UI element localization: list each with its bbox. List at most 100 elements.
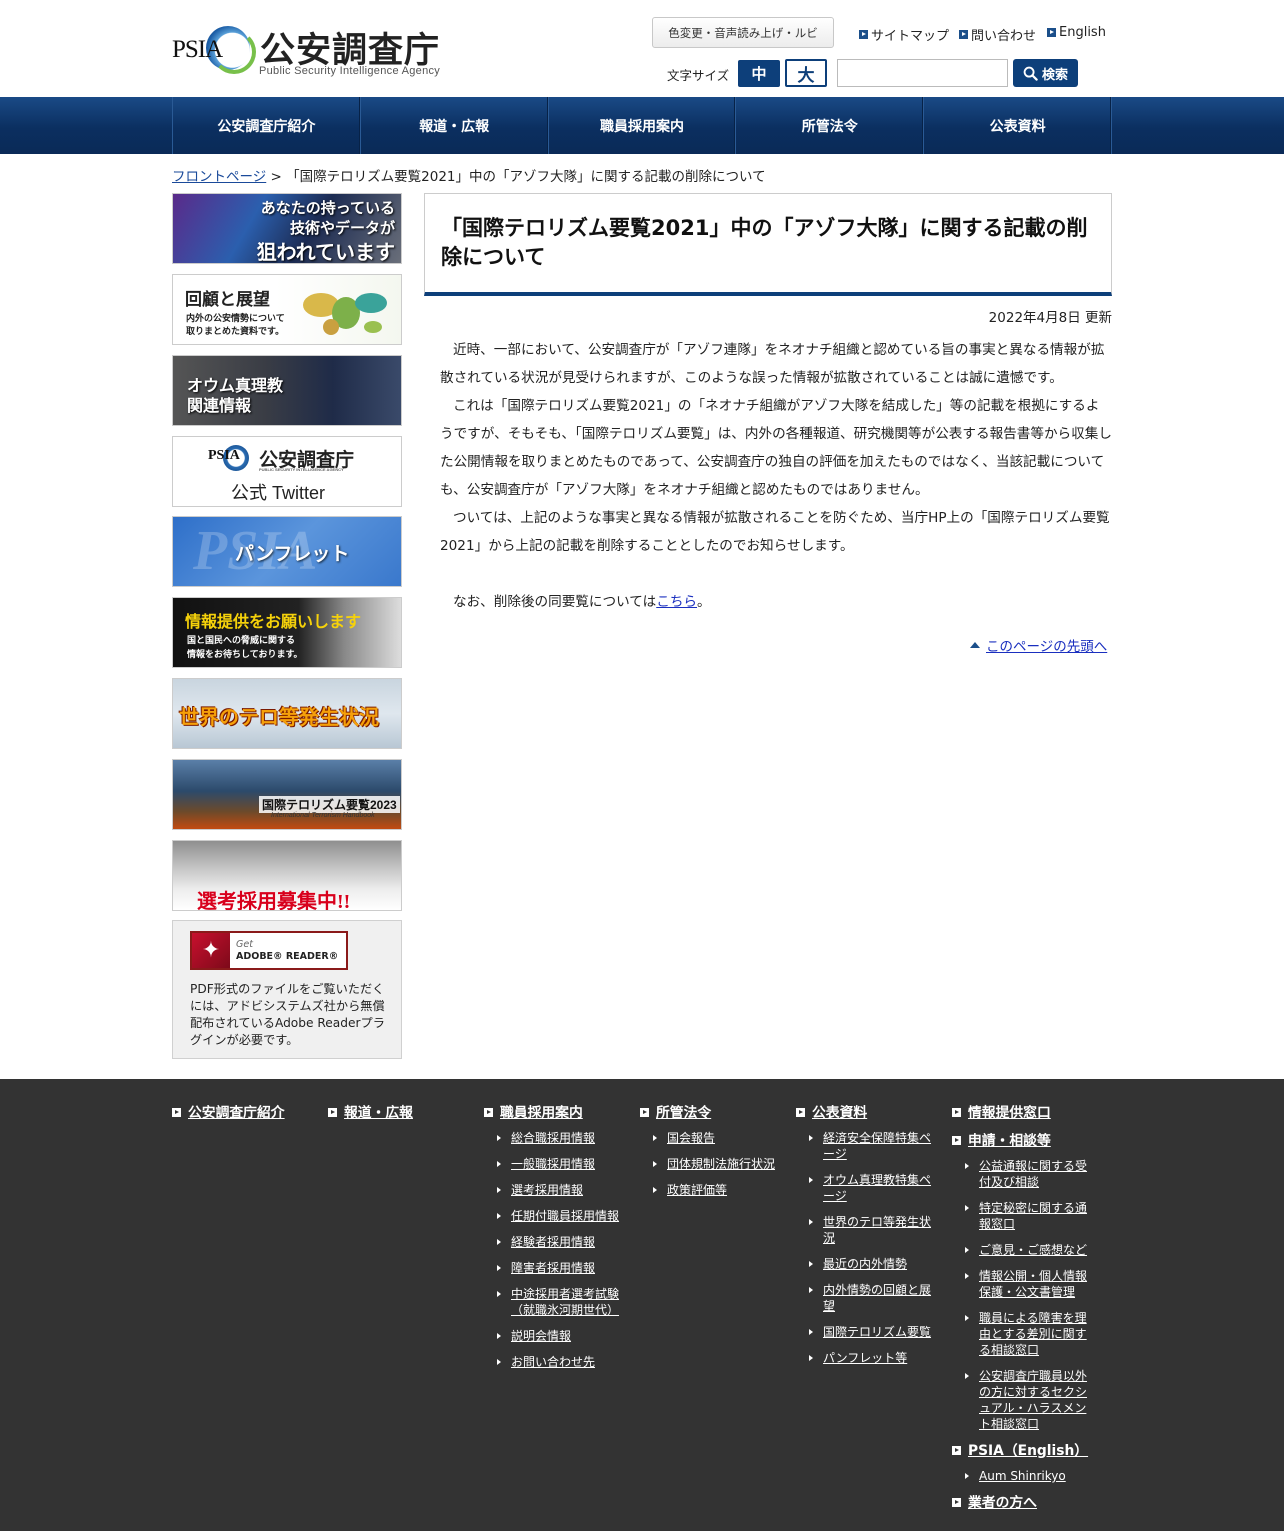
adobe-reader-note: PDF形式のファイルをご覧いただくには、アドビシステムズ社から無償配布されている…	[190, 982, 385, 1047]
breadcrumb: フロントページ > 「国際テロリズム要覧2021」中の「アゾフ大隊」に関する記載…	[172, 165, 766, 185]
banner-review-outlook[interactable]: 回顧と展望 内外の公安情勢について 取りまとめた資料です。	[172, 274, 402, 345]
footer-link[interactable]: 障害者採用情報	[494, 1260, 629, 1276]
footer-link[interactable]: 職員による障害を理由とする差別に関する相談窓口	[962, 1310, 1097, 1358]
footer-link[interactable]: 国会報告	[650, 1130, 785, 1146]
nav-item-press[interactable]: 報道・広報	[361, 97, 549, 154]
banner-selection-recruitment[interactable]: 選考採用募集中!!	[172, 840, 402, 911]
site-logo[interactable]: PSIA 公安調査庁 Public Security Intelligence …	[172, 22, 452, 80]
footer-heading-link[interactable]: PSIA（English）	[952, 1442, 1097, 1460]
footer-link[interactable]: オウム真理教特集ページ	[806, 1172, 941, 1204]
search-input[interactable]	[837, 59, 1008, 87]
footer-link[interactable]: 中途採用者選考試験（就職氷河期世代）	[494, 1286, 629, 1318]
site-footer: 公安調査庁紹介 報道・広報 職員採用案内総合職採用情報 一般職採用情報 選考採用情報 任期…	[0, 1079, 1284, 1531]
footer-heading-link[interactable]: 所管法令	[640, 1104, 785, 1122]
footer-heading-link[interactable]: 業者の方へ	[952, 1494, 1097, 1512]
footer-link[interactable]: 最近の内外情勢	[806, 1256, 941, 1272]
article-paragraph: これは「国際テロリズム要覧2021」の「ネオナチ組織がアゾフ大隊を結成した」等の…	[440, 398, 1112, 498]
banner-official-twitter[interactable]: PSIA 公安調査庁 PUBLIC SECURITY INTELLIGENCE …	[172, 436, 402, 507]
footer-heading-link[interactable]: 報道・広報	[328, 1104, 473, 1122]
footer-heading-link[interactable]: 情報提供窓口	[952, 1104, 1097, 1122]
world-map-icon	[303, 293, 387, 335]
arrow-icon	[640, 1108, 649, 1117]
footer-link[interactable]: お問い合わせ先	[494, 1354, 629, 1370]
banner-aum-shinrikyo[interactable]: オウム真理教 関連情報	[172, 355, 402, 426]
footer-heading-link[interactable]: 職員採用案内	[484, 1104, 629, 1122]
nav-item-about[interactable]: 公安調査庁紹介	[173, 97, 361, 154]
nav-item-recruitment[interactable]: 職員採用案内	[549, 97, 737, 154]
accessibility-button[interactable]: 色変更・音声読み上げ・ルビ	[652, 17, 834, 48]
logo-agency-name-en: Public Security Intelligence Agency	[259, 65, 441, 77]
footer-link[interactable]: 団体規制法施行状況	[650, 1156, 785, 1172]
back-to-top-link[interactable]: このページの先頭へ	[970, 635, 1107, 655]
footer-sublist: 国会報告団体規制法施行状況 政策評価等	[650, 1130, 785, 1198]
footer-heading-link[interactable]: 申請・相談等	[952, 1132, 1097, 1150]
footer-sublist: 総合職採用情報 一般職採用情報 選考採用情報 任期付職員採用情報 経験者採用情報 障害者採…	[494, 1130, 629, 1370]
footer-link[interactable]: 総合職採用情報	[494, 1130, 629, 1146]
global-navigation: 公安調査庁紹介 報道・広報 職員採用案内 所管法令 公表資料	[0, 97, 1284, 154]
footer-column: 情報提供窓口 申請・相談等公益通報に関する受付及び相談 特定秘密に関する通報窓口ご意…	[952, 1104, 1097, 1522]
banner-terrorism-handbook-2023[interactable]: 国際テロリズム要覧2023 International Terrorism Ha…	[172, 759, 402, 830]
arrow-icon	[1047, 28, 1056, 37]
arrow-icon	[952, 1136, 961, 1145]
search-icon	[1023, 66, 1038, 81]
footer-link[interactable]: 内外情勢の回顧と展望	[806, 1282, 941, 1314]
footer-link[interactable]: 任期付職員採用情報	[494, 1208, 629, 1224]
footer-link[interactable]: Aum Shinrikyo	[962, 1468, 1097, 1484]
footer-sublist: 経済安全保障特集ページ オウム真理教特集ページ 世界のテロ等発生状況最近の内外情勢内…	[806, 1130, 941, 1366]
site-header: PSIA 公安調査庁 Public Security Intelligence …	[0, 0, 1284, 97]
banner-pamphlet[interactable]: PSIA パンフレット	[172, 516, 402, 587]
banner-tech-data-targeted[interactable]: あなたの持っている 技術やデータが 狙われています	[172, 193, 402, 264]
font-size-medium-button[interactable]: 中	[738, 60, 780, 87]
footer-sublist: 公益通報に関する受付及び相談 特定秘密に関する通報窓口ご意見・ご感想など情報公開・…	[962, 1158, 1097, 1432]
footer-link[interactable]: 一般職採用情報	[494, 1156, 629, 1172]
arrow-icon	[952, 1498, 961, 1507]
footer-link[interactable]: 公益通報に関する受付及び相談	[962, 1158, 1097, 1190]
footer-link[interactable]: 世界のテロ等発生状況	[806, 1214, 941, 1246]
footer-column: 所管法令国会報告団体規制法施行状況 政策評価等	[640, 1104, 785, 1208]
article-body: 近時、一部において、公安調査庁が「アゾフ連隊」をネオナチ組織と認めている旨の事実…	[440, 336, 1112, 616]
footer-link[interactable]: パンフレット等	[806, 1350, 941, 1366]
footer-link[interactable]: 経験者採用情報	[494, 1234, 629, 1250]
footer-column: 公安調査庁紹介	[172, 1104, 317, 1132]
english-link[interactable]: English	[1047, 25, 1106, 40]
arrow-icon	[172, 1108, 181, 1117]
get-adobe-reader-link[interactable]: ✦ Get ADOBE® READER®	[190, 931, 348, 970]
footer-link[interactable]: 政策評価等	[650, 1182, 785, 1198]
search-button[interactable]: 検索	[1013, 59, 1078, 87]
footer-link[interactable]: 情報公開・個人情報保護・公文書管理	[962, 1268, 1097, 1300]
footer-link[interactable]: 公安調査庁職員以外の方に対するセクシュアル・ハラスメント相談窓口	[962, 1368, 1097, 1432]
banner-world-terrorism[interactable]: 世界のテロ等発生状況	[172, 678, 402, 749]
article-paragraph: 近時、一部において、公安調査庁が「アゾフ連隊」をネオナチ組織と認めている旨の事実…	[440, 342, 1105, 386]
nav-item-publications[interactable]: 公表資料	[924, 97, 1112, 154]
footer-heading-link[interactable]: 公表資料	[796, 1104, 941, 1122]
arrow-icon	[859, 30, 868, 39]
banner-information-request[interactable]: 情報提供をお願いします 国と国民への脅威に関する 情報をお待ちしております。	[172, 597, 402, 668]
arrow-icon	[484, 1108, 493, 1117]
footer-column: 公表資料経済安全保障特集ページ オウム真理教特集ページ 世界のテロ等発生状況最近の内…	[796, 1104, 941, 1376]
footer-link[interactable]: 説明会情報	[494, 1328, 629, 1344]
sitemap-link[interactable]: サイトマップ	[859, 25, 949, 44]
updated-date: 2022年4月8日 更新	[988, 310, 1112, 326]
footer-link[interactable]: 国際テロリズム要覧	[806, 1324, 941, 1340]
footer-column: 職員採用案内総合職採用情報 一般職採用情報 選考採用情報 任期付職員採用情報 経験者採用…	[484, 1104, 629, 1380]
font-size-large-button[interactable]: 大	[785, 59, 827, 87]
page-title: 「国際テロリズム要覧2021」中の「アゾフ大隊」に関する記載の削除について	[441, 216, 1088, 269]
footer-link[interactable]: 特定秘密に関する通報窓口	[962, 1200, 1097, 1232]
logo-psia-text: PSIA	[172, 36, 223, 63]
arrow-icon	[328, 1108, 337, 1117]
contact-link[interactable]: 問い合わせ	[959, 25, 1036, 44]
breadcrumb-separator: >	[270, 169, 282, 185]
article-paragraph: ついては、上記のような事実と異なる情報が拡散されることを防ぐため、当庁HP上の「…	[440, 510, 1110, 554]
breadcrumb-home-link[interactable]: フロントページ	[172, 169, 266, 185]
font-size-label: 文字サイズ	[667, 68, 730, 83]
footer-heading-link[interactable]: 公安調査庁紹介	[172, 1104, 317, 1122]
breadcrumb-current: 「国際テロリズム要覧2021」中の「アゾフ大隊」に関する記載の削除について	[286, 169, 766, 185]
nav-item-laws[interactable]: 所管法令	[736, 97, 925, 154]
footer-link[interactable]: 選考採用情報	[494, 1182, 629, 1198]
arrow-icon	[952, 1446, 961, 1455]
article-note: なお、削除後の同要覧についてはこちら。	[453, 594, 711, 610]
handbook-link[interactable]: こちら	[656, 594, 697, 610]
footer-sublist: Aum Shinrikyo	[962, 1468, 1097, 1484]
footer-link[interactable]: 経済安全保障特集ページ	[806, 1130, 941, 1162]
footer-link[interactable]: ご意見・ご感想など	[962, 1242, 1097, 1258]
